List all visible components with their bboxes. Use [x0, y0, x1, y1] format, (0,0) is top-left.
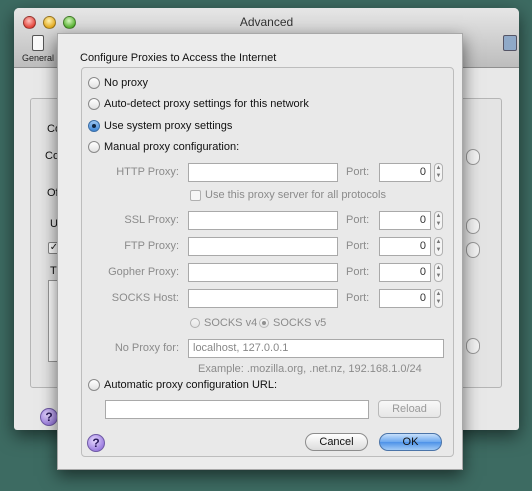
advanced-gear-icon [503, 35, 517, 51]
use-system-label: Use system proxy settings [104, 120, 233, 132]
stepper-up-icon[interactable]: ▲ [435, 264, 442, 272]
stepper-up-icon[interactable]: ▲ [435, 238, 442, 246]
radio-button[interactable] [88, 98, 100, 111]
gopher-port-input[interactable]: 0 [379, 263, 431, 282]
auto-detect-label: Auto-detect proxy settings for this netw… [104, 98, 309, 110]
socks-port-input[interactable]: 0 [379, 289, 431, 308]
help-button[interactable]: ? [87, 434, 105, 452]
no-proxy-for-label: No Proxy for: [114, 342, 179, 354]
same-proxy-checkbox[interactable] [190, 189, 201, 201]
http-port-label: Port: [346, 166, 370, 178]
proxy-settings-sheet: Configure Proxies to Access the Internet… [57, 33, 463, 470]
stepper-down-icon[interactable]: ▼ [435, 272, 442, 280]
ftp-proxy-input[interactable] [188, 237, 338, 256]
ftp-proxy-label: FTP Proxy: [124, 240, 179, 252]
socks-port-stepper[interactable]: ▲ ▼ [434, 289, 443, 308]
toolbar-advanced-tab[interactable] [501, 35, 519, 65]
background-help-button[interactable]: ? [40, 408, 58, 426]
no-proxy-label: No proxy [104, 77, 149, 89]
general-switch-icon [32, 35, 44, 51]
auto-config-url-label: Automatic proxy configuration URL: [104, 379, 278, 391]
auto-config-url-option[interactable]: Automatic proxy configuration URL: [88, 379, 278, 392]
radio-button[interactable] [88, 141, 100, 154]
gopher-proxy-label: Gopher Proxy: [108, 266, 179, 278]
stepper-down-icon[interactable]: ▼ [435, 246, 442, 254]
manual-proxy-label: Manual proxy configuration: [104, 141, 240, 153]
background-stepper[interactable] [466, 149, 480, 165]
ssl-proxy-input[interactable] [188, 211, 338, 230]
stepper-up-icon[interactable]: ▲ [435, 164, 442, 172]
toolbar-general-label: General [21, 53, 55, 63]
socks-v4-option[interactable]: SOCKS v4 [190, 317, 257, 329]
ssl-port-label: Port: [346, 214, 370, 226]
http-proxy-label: HTTP Proxy: [116, 166, 179, 178]
http-proxy-input[interactable] [188, 163, 338, 182]
toolbar-general-tab[interactable]: General [17, 35, 59, 63]
ftp-port-stepper[interactable]: ▲ ▼ [434, 237, 443, 256]
ssl-port-input[interactable]: 0 [379, 211, 431, 230]
socks-host-label: SOCKS Host: [111, 292, 179, 304]
stepper-up-icon[interactable]: ▲ [435, 290, 442, 298]
auto-config-url-input[interactable] [105, 400, 369, 419]
gopher-port-label: Port: [346, 266, 370, 278]
socks-v4-label: SOCKS v4 [204, 317, 258, 329]
gopher-proxy-input[interactable] [188, 263, 338, 282]
same-proxy-label: Use this proxy server for all protocols [205, 189, 386, 201]
socks-port-label: Port: [346, 292, 370, 304]
reload-button[interactable]: Reload [378, 400, 441, 418]
socks-host-input[interactable] [188, 289, 338, 308]
background-label: T [50, 265, 57, 277]
use-system-option[interactable]: Use system proxy settings [88, 120, 233, 133]
stepper-down-icon[interactable]: ▼ [435, 298, 442, 306]
http-port-input[interactable]: 0 [379, 163, 431, 182]
no-proxy-example: Example: .mozilla.org, .net.nz, 192.168.… [198, 363, 422, 375]
background-stepper[interactable] [466, 338, 480, 354]
socks-v5-label: SOCKS v5 [273, 317, 327, 329]
sheet-title: Configure Proxies to Access the Internet [80, 52, 277, 64]
radio-button-selected[interactable] [88, 120, 100, 133]
manual-proxy-option[interactable]: Manual proxy configuration: [88, 141, 240, 154]
cancel-button[interactable]: Cancel [305, 433, 368, 451]
stepper-down-icon[interactable]: ▼ [435, 172, 442, 180]
radio-button-selected[interactable] [259, 318, 269, 329]
ftp-port-label: Port: [346, 240, 370, 252]
stepper-down-icon[interactable]: ▼ [435, 220, 442, 228]
ssl-port-stepper[interactable]: ▲ ▼ [434, 211, 443, 230]
same-proxy-checkbox-row[interactable]: Use this proxy server for all protocols [190, 189, 386, 201]
radio-button[interactable] [88, 77, 100, 90]
auto-detect-option[interactable]: Auto-detect proxy settings for this netw… [88, 98, 309, 111]
radio-button[interactable] [190, 318, 200, 329]
http-port-stepper[interactable]: ▲ ▼ [434, 163, 443, 182]
background-stepper[interactable] [466, 218, 480, 234]
background-stepper[interactable] [466, 242, 480, 258]
ssl-proxy-label: SSL Proxy: [124, 214, 179, 226]
gopher-port-stepper[interactable]: ▲ ▼ [434, 263, 443, 282]
socks-v5-option[interactable]: SOCKS v5 [259, 317, 326, 329]
ftp-port-input[interactable]: 0 [379, 237, 431, 256]
radio-button[interactable] [88, 379, 100, 392]
no-proxy-for-input[interactable]: localhost, 127.0.0.1 [188, 339, 444, 358]
no-proxy-option[interactable]: No proxy [88, 77, 149, 90]
ok-button[interactable]: OK [379, 433, 442, 451]
stepper-up-icon[interactable]: ▲ [435, 212, 442, 220]
window-title: Advanced [239, 15, 294, 29]
